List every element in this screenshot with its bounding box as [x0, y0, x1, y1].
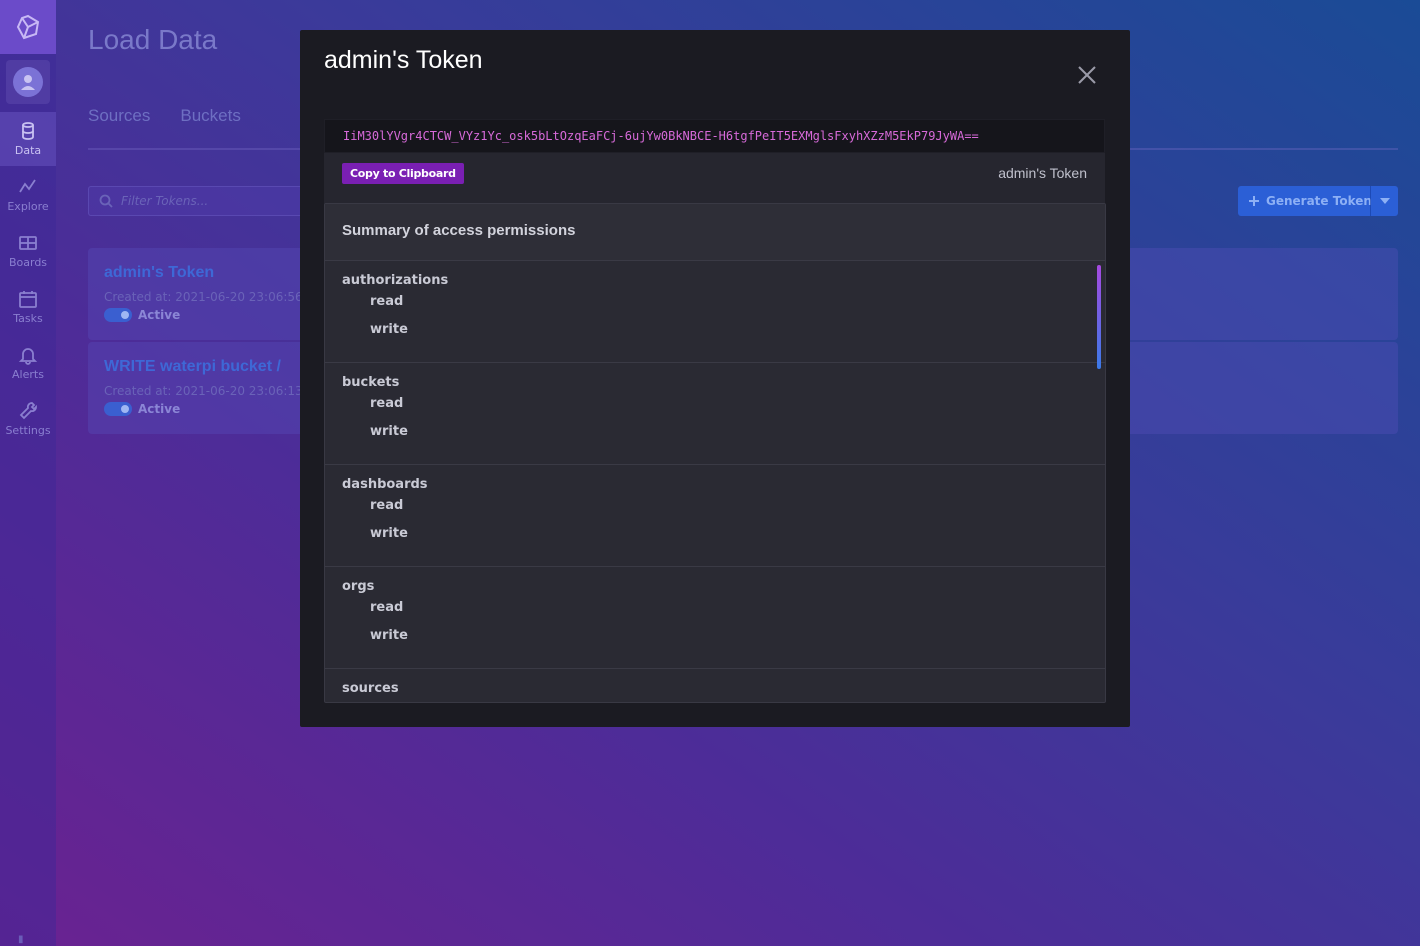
token-created: Created at: 2021-06-20 23:06:56 [104, 290, 303, 304]
token-value[interactable]: IiM30lYVgr4CTCW_VYz1Yc_osk5bLtOzqEaFCj-6… [324, 119, 1105, 153]
scrollbar[interactable] [1097, 265, 1101, 369]
nav-item-label: Data [14, 144, 42, 157]
database-icon [22, 122, 34, 140]
user-avatar-button[interactable] [6, 60, 50, 104]
nav-item-label: Tasks [13, 312, 43, 325]
collapse-nav-icon[interactable]: ▮ [18, 934, 36, 946]
token-name[interactable]: admin's Token [104, 264, 214, 282]
token-description: admin's Token [998, 165, 1087, 181]
nav-item-label: Alerts [12, 368, 44, 381]
permission-resource: orgs [342, 579, 375, 594]
nav-item-explore[interactable]: Explore [0, 168, 56, 222]
close-icon[interactable] [1074, 62, 1100, 88]
dashboard-grid-icon [19, 236, 37, 250]
generate-token-button[interactable]: Generate Token [1238, 186, 1398, 216]
nav-item-settings[interactable]: Settings [0, 392, 56, 446]
search-icon [99, 194, 113, 208]
permission-action: read [370, 600, 404, 615]
nav-item-label: Boards [8, 256, 48, 269]
page-tabs: Sources Buckets [88, 106, 241, 126]
permission-resource: sources [342, 681, 399, 696]
token-modal: admin's Token IiM30lYVgr4CTCW_VYz1Yc_osk… [300, 30, 1130, 727]
nav-item-label: Explore [7, 200, 49, 213]
permission-action: read [370, 294, 404, 309]
bell-icon [18, 348, 38, 365]
active-toggle[interactable] [104, 402, 132, 416]
nav-item-boards[interactable]: Boards [0, 224, 56, 278]
calendar-icon [19, 291, 37, 308]
filter-placeholder: Filter Tokens... [121, 194, 209, 208]
permission-group: authorizations read write [325, 261, 1105, 363]
tab-sources[interactable]: Sources [88, 106, 150, 126]
permission-group: orgs read write [325, 567, 1105, 669]
nav-sidebar: Data Explore Boards Tasks Alerts Setting… [0, 0, 56, 946]
permission-group: sources [325, 669, 1105, 702]
graph-icon [19, 179, 36, 193]
token-created: Created at: 2021-06-20 23:06:13 [104, 384, 303, 398]
plus-icon [1249, 196, 1259, 206]
copy-to-clipboard-button[interactable]: Copy to Clipboard [342, 163, 464, 184]
generate-token-label: Generate Token [1266, 194, 1372, 208]
nav-item-alerts[interactable]: Alerts [0, 336, 56, 390]
permission-action: write [370, 628, 408, 643]
influx-logo-icon[interactable] [0, 0, 56, 54]
permission-action: write [370, 322, 408, 337]
active-toggle[interactable] [104, 308, 132, 322]
permission-action: read [370, 396, 404, 411]
permission-action: write [370, 424, 408, 439]
permission-resource: dashboards [342, 477, 428, 492]
modal-title: admin's Token [324, 46, 483, 74]
permission-action: read [370, 498, 404, 513]
token-name[interactable]: WRITE waterpi bucket / [104, 358, 281, 376]
token-status: Active [104, 402, 180, 416]
permission-resource: authorizations [342, 273, 449, 288]
nav-item-tasks[interactable]: Tasks [0, 280, 56, 334]
permissions-list[interactable]: authorizations read write buckets read w… [325, 261, 1105, 702]
filter-tokens-input[interactable]: Filter Tokens... [88, 186, 318, 216]
nav-item-label: Settings [5, 424, 51, 437]
page-title: Load Data [88, 24, 218, 55]
wrench-icon [19, 402, 37, 420]
permission-resource: buckets [342, 375, 400, 390]
status-label: Active [138, 402, 181, 416]
nav-item-data[interactable]: Data [0, 112, 56, 166]
avatar [13, 67, 43, 97]
chevron-down-icon[interactable] [1370, 186, 1398, 216]
permissions-summary: Summary of access permissions authorizat… [324, 203, 1106, 703]
tab-buckets[interactable]: Buckets [180, 106, 240, 126]
status-label: Active [138, 308, 181, 322]
permission-action: write [370, 526, 408, 541]
permission-group: buckets read write [325, 363, 1105, 465]
summary-title: Summary of access permissions [325, 204, 1105, 261]
token-status: Active [104, 308, 180, 322]
permission-group: dashboards read write [325, 465, 1105, 567]
